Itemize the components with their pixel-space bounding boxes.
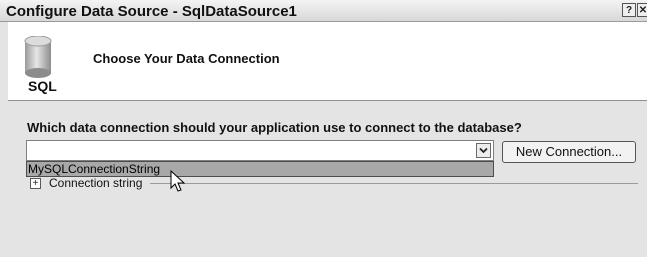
close-button[interactable]: ✕: [637, 3, 647, 17]
plus-box-icon[interactable]: +: [30, 178, 41, 189]
new-connection-button[interactable]: New Connection...: [502, 141, 636, 163]
connection-dropdown-list: MySQLConnectionString: [26, 161, 494, 177]
help-button[interactable]: ?: [622, 3, 636, 17]
title-bar: Configure Data Source - SqlDataSource1 ?…: [0, 0, 647, 22]
connection-dropdown[interactable]: [26, 140, 494, 161]
window-title: Configure Data Source - SqlDataSource1: [6, 3, 297, 20]
connection-string-divider: [150, 183, 638, 184]
chevron-down-icon: [479, 147, 488, 154]
connection-string-label: Connection string: [49, 176, 143, 190]
database-cylinder-icon: [24, 36, 52, 78]
dropdown-toggle[interactable]: [476, 143, 491, 158]
sql-icon-label: SQL: [28, 78, 57, 94]
wizard-header: SQL Choose Your Data Connection: [8, 22, 647, 100]
connection-question-label: Which data connection should your applic…: [27, 120, 522, 135]
page-heading: Choose Your Data Connection: [93, 51, 280, 66]
dropdown-option-mysqlconnectionstring[interactable]: MySQLConnectionString: [28, 162, 160, 176]
mouse-pointer-icon: [170, 170, 186, 192]
